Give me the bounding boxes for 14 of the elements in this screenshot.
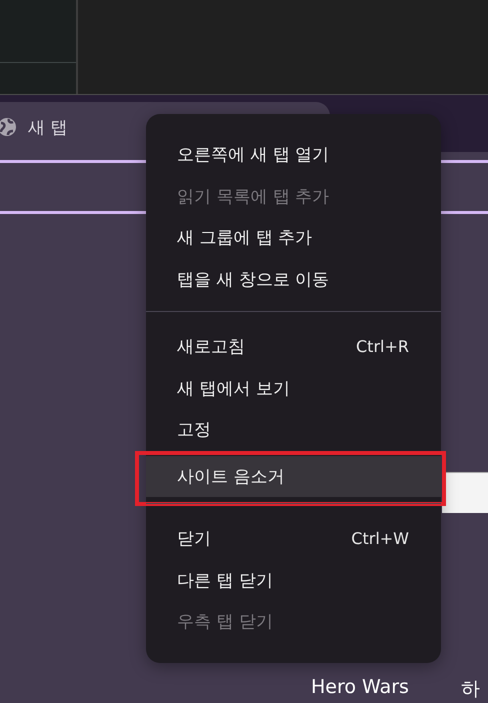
menu-item-label: 닫기	[177, 528, 211, 550]
menu-item-label: 새로고침	[177, 336, 245, 358]
shortcut-label: Ctrl+W	[351, 529, 409, 548]
menu-item-label: 탭을 새 창으로 이동	[177, 268, 330, 291]
menu-item-label: 사이트 음소거	[177, 466, 284, 488]
menu-item-label: 우측 탭 닫기	[177, 611, 273, 634]
menu-item-label: 새 그룹에 탭 추가	[177, 227, 312, 250]
menu-item-label: 오른쪽에 새 탭 열기	[177, 144, 330, 166]
menu-item-label: 새 탭에서 보기	[177, 378, 290, 400]
tab-title: 새 탭	[28, 116, 68, 138]
menu-item-label: 고정	[177, 419, 211, 442]
menu-item-label: 읽기 목록에 탭 추가	[177, 186, 330, 208]
shortcut-label: Ctrl+R	[356, 337, 409, 356]
menu-item-label: 다른 탭 닫기	[177, 570, 273, 592]
